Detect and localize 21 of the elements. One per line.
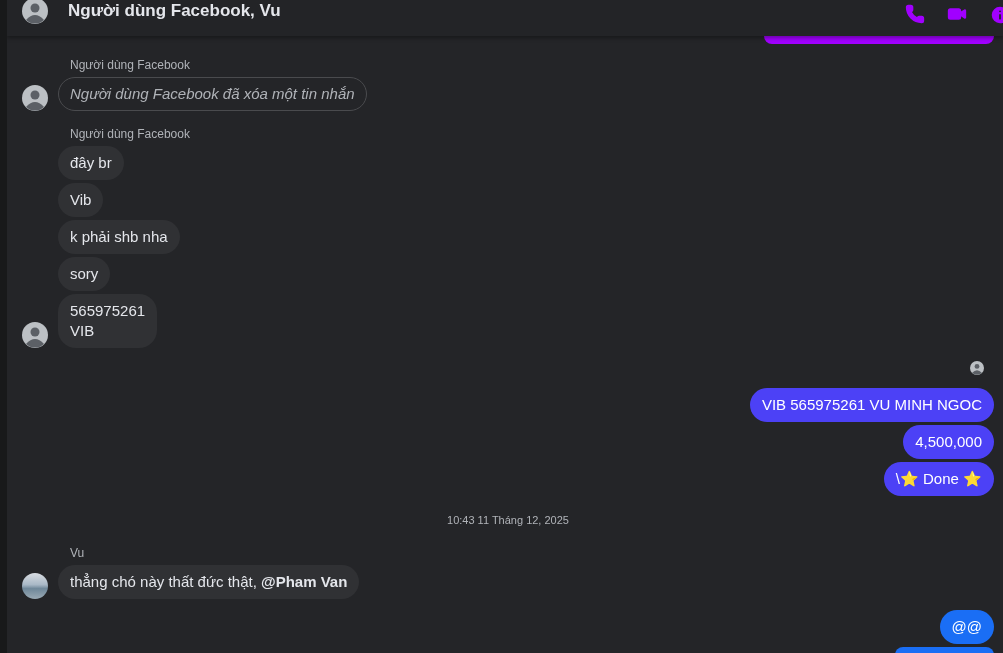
message-bubble: 4,500,000 xyxy=(903,425,994,459)
timestamp: 10:43 11 Tháng 12, 2025 xyxy=(447,514,569,526)
seen-avatar-icon xyxy=(970,361,984,375)
message-bubble: @@ xyxy=(939,610,994,644)
avatar-photo xyxy=(22,573,48,599)
message-bubble: sory xyxy=(58,257,111,291)
sender-name: Người dùng Facebook xyxy=(70,127,191,141)
message-bubble: 565975261 VIB xyxy=(58,294,158,348)
avatar-icon xyxy=(22,0,48,24)
avatar-icon xyxy=(22,85,48,111)
message-bubble: thẳng chó này thất đức thật, @Pham Van xyxy=(58,565,360,599)
phone-icon[interactable] xyxy=(905,4,925,24)
message-bubble: \⭐ Done ⭐ xyxy=(883,462,994,496)
avatar-icon xyxy=(22,322,48,348)
message-bubble: VIB 565975261 VU MINH NGOC xyxy=(749,388,994,422)
message-bubble: Vib xyxy=(58,183,104,217)
message-bubble: đây br xyxy=(58,146,124,180)
message-bubble: k phải shb nha xyxy=(58,220,180,254)
sender-name: Người dùng Facebook xyxy=(70,58,191,72)
sender-name: Vu xyxy=(70,546,86,560)
chat-title: Người dùng Facebook, Vu xyxy=(68,1,282,21)
